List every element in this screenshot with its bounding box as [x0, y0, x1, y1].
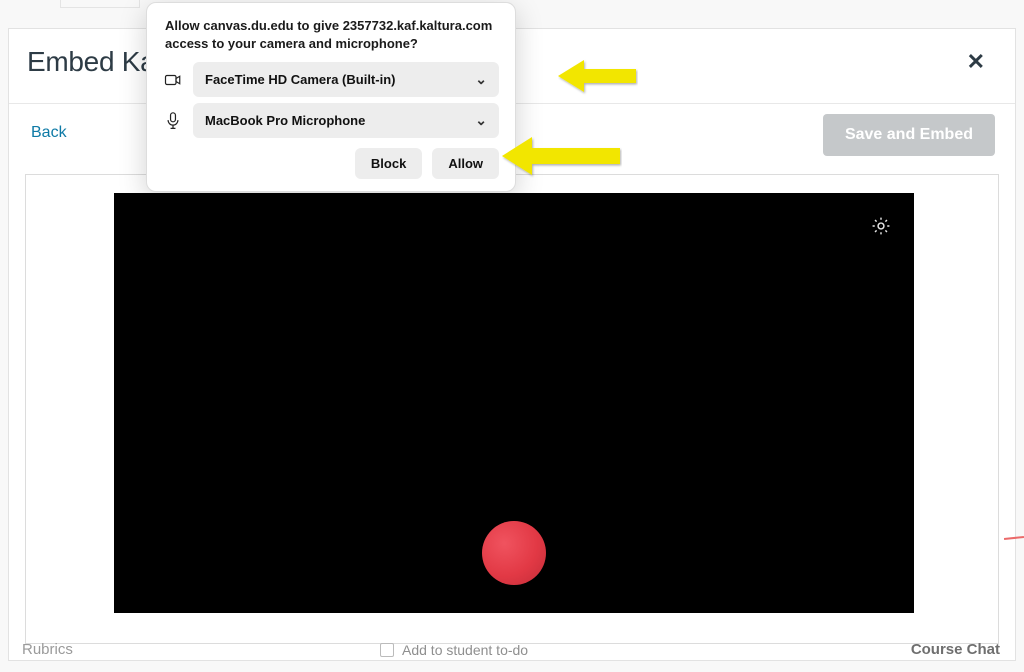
ghost-panel-edge — [60, 0, 140, 8]
camera-select-value: FaceTime HD Camera (Built-in) — [205, 72, 395, 87]
footer-todo-label: Add to student to-do — [402, 642, 528, 658]
chevron-down-icon: ⌄ — [475, 112, 487, 129]
page-title: Embed Kal — [27, 46, 161, 78]
settings-button[interactable] — [870, 215, 892, 237]
checkbox-icon — [380, 643, 394, 657]
record-button[interactable] — [482, 521, 546, 585]
chevron-down-icon: ⌄ — [475, 71, 487, 88]
allow-button[interactable]: Allow — [432, 148, 499, 179]
permission-message: Allow canvas.du.edu to give 2357732.kaf.… — [165, 17, 497, 52]
microphone-row: MacBook Pro Microphone ⌄ — [163, 103, 499, 138]
gear-icon — [870, 224, 892, 241]
camera-row: FaceTime HD Camera (Built-in) ⌄ — [163, 62, 499, 97]
video-preview — [114, 193, 914, 613]
microphone-select-value: MacBook Pro Microphone — [205, 113, 365, 128]
camera-icon — [163, 73, 183, 87]
browser-permission-dialog: Allow canvas.du.edu to give 2357732.kaf.… — [146, 2, 516, 192]
permission-actions: Block Allow — [159, 148, 503, 179]
save-and-embed-button[interactable]: Save and Embed — [823, 114, 995, 156]
camera-select[interactable]: FaceTime HD Camera (Built-in) ⌄ — [193, 62, 499, 97]
microphone-icon — [163, 112, 183, 130]
footer-rubrics-label: Rubrics — [22, 641, 73, 658]
content-frame — [25, 174, 999, 644]
microphone-select[interactable]: MacBook Pro Microphone ⌄ — [193, 103, 499, 138]
footer-todo-option[interactable]: Add to student to-do — [380, 642, 528, 658]
back-link[interactable]: Back — [31, 114, 67, 142]
block-button[interactable]: Block — [355, 148, 422, 179]
course-chat-button[interactable]: Course Chat — [911, 641, 1000, 658]
close-button[interactable]: ✕ — [961, 45, 991, 79]
